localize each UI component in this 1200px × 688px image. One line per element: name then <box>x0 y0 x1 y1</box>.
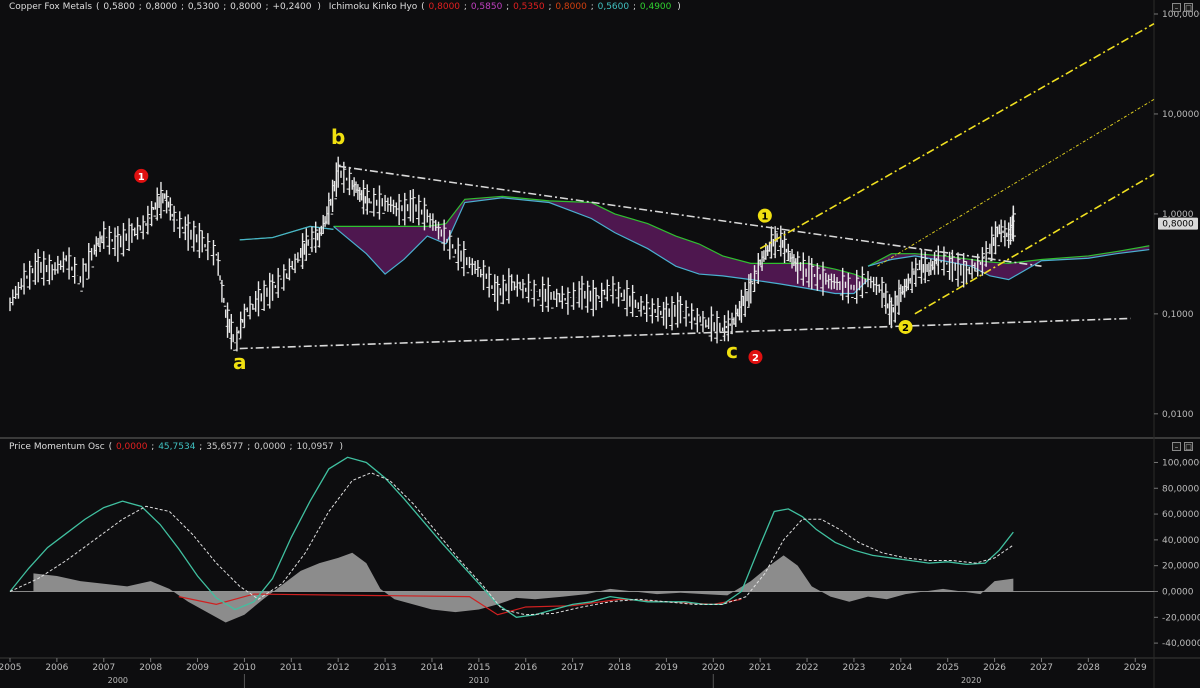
instrument-value-4: +0,2400 <box>272 2 312 12</box>
xtick-label-6: 2011 <box>280 663 303 673</box>
xtick-label-15: 2020 <box>702 663 725 673</box>
background <box>0 0 1200 688</box>
instrument-name: Copper Fox Metals <box>9 2 93 12</box>
oscillator-value-1: 45,7534 <box>158 442 196 452</box>
xtick-label-13: 2018 <box>608 663 631 673</box>
osc-ytick-label-5: 0,0000 <box>1162 587 1194 597</box>
oscillator-name: Price Momentum Osc <box>9 442 105 452</box>
wave-label-b: b <box>331 125 345 149</box>
last-price-label: 0,8000 <box>1162 220 1194 230</box>
xtick-label-5: 2010 <box>233 663 256 673</box>
osc-ytick-label-1: 80,0000 <box>1162 484 1199 494</box>
xtick-label-8: 2013 <box>374 663 397 673</box>
instrument-value-1: 0,8000 <box>145 2 178 12</box>
maximize-panel-icon[interactable]: □ <box>1184 3 1193 12</box>
ichimoku-value-3: 0,8000 <box>555 2 587 12</box>
wave-marker-label-2: 1 <box>761 212 768 223</box>
indicator-name: Ichimoku Kinko Hyo <box>328 2 418 12</box>
xtick-label-3: 2008 <box>139 663 162 673</box>
wave-marker-label-3: 2 <box>902 323 909 334</box>
xtick-label-21: 2026 <box>983 663 1006 673</box>
xtick-label-11: 2016 <box>514 663 537 673</box>
price-panel-header: Copper Fox Metals ( 0,5800 ; 0,8000 ; 0,… <box>9 2 681 12</box>
price-ytick-label-0: 100,0000 <box>1162 10 1200 20</box>
decade-label-2: 2020 <box>961 676 981 685</box>
oscillator-panel-header: Price Momentum Osc ( 0,0000 ; 45,7534 ; … <box>9 442 344 452</box>
decade-label-1: 2010 <box>469 676 489 685</box>
xtick-label-23: 2028 <box>1077 663 1100 673</box>
ichimoku-value-0: 0,8000 <box>428 2 461 12</box>
xtick-label-14: 2019 <box>655 663 678 673</box>
instrument-value-2: 0,5300 <box>187 2 220 12</box>
xtick-label-24: 2029 <box>1124 663 1147 673</box>
minimize-oscillator-icon[interactable]: – <box>1172 442 1181 451</box>
wave-label-c: c <box>726 339 738 363</box>
maximize-oscillator-icon[interactable]: □ <box>1184 442 1193 451</box>
xtick-label-10: 2015 <box>467 663 490 673</box>
oscillator-value-3: 0,0000 <box>254 442 286 452</box>
decade-label-0: 2000 <box>108 676 128 685</box>
instrument-value-3: 0,8000 <box>230 2 262 12</box>
xtick-label-0: 2005 <box>0 663 21 673</box>
ichimoku-value-1: 0,5850 <box>470 2 503 12</box>
xtick-label-1: 2006 <box>45 663 68 673</box>
oscillator-value-2: 35,6577 <box>206 442 244 452</box>
osc-ytick-label-2: 60,0000 <box>1162 510 1199 520</box>
osc-ytick-label-7: -40,0000 <box>1162 639 1200 649</box>
osc-ytick-label-4: 20,0000 <box>1162 562 1199 572</box>
osc-ytick-label-3: 40,0000 <box>1162 536 1199 546</box>
xtick-label-7: 2012 <box>327 663 350 673</box>
chart-canvas: 100,000010,00001,00000,10000,0100100,000… <box>0 0 1200 688</box>
xtick-label-16: 2021 <box>749 663 772 673</box>
ichimoku-value-5: 0,4900 <box>639 2 672 12</box>
instrument-value-0: 0,5800 <box>103 2 135 12</box>
instrument-values: 0,5800 ; 0,8000 ; 0,5300 ; 0,8000 ; +0,2… <box>103 2 312 12</box>
wave-label-a: a <box>233 350 247 374</box>
price-ytick-label-4: 0,0100 <box>1162 410 1194 420</box>
xtick-label-2: 2007 <box>92 663 115 673</box>
xtick-label-17: 2022 <box>796 663 819 673</box>
wave-marker-label-0: 1 <box>138 172 145 183</box>
xtick-label-18: 2023 <box>842 663 865 673</box>
ichimoku-values: 0,8000 ; 0,5850 ; 0,5350 ; 0,8000 ; 0,56… <box>428 2 672 12</box>
xtick-label-20: 2025 <box>936 663 959 673</box>
oscillator-values: 0,0000 ; 45,7534 ; 35,6577 ; 0,0000 ; 10… <box>115 442 334 452</box>
xtick-label-12: 2017 <box>561 663 584 673</box>
oscillator-value-4: 10,0957 <box>296 442 334 452</box>
xtick-label-19: 2024 <box>889 663 912 673</box>
price-ytick-label-3: 0,1000 <box>1162 310 1194 320</box>
xtick-label-22: 2027 <box>1030 663 1053 673</box>
osc-ytick-label-6: -20,0000 <box>1162 613 1200 623</box>
oscillator-value-0: 0,0000 <box>115 442 148 452</box>
ichimoku-value-2: 0,5350 <box>513 2 545 12</box>
osc-ytick-label-0: 100,0000 <box>1162 458 1200 468</box>
price-ytick-label-1: 10,0000 <box>1162 110 1199 120</box>
wave-marker-label-1: 2 <box>752 353 759 364</box>
ichimoku-value-4: 0,5600 <box>597 2 630 12</box>
minimize-panel-icon[interactable]: – <box>1172 3 1181 12</box>
xtick-label-9: 2014 <box>421 663 444 673</box>
xtick-label-4: 2009 <box>186 663 209 673</box>
